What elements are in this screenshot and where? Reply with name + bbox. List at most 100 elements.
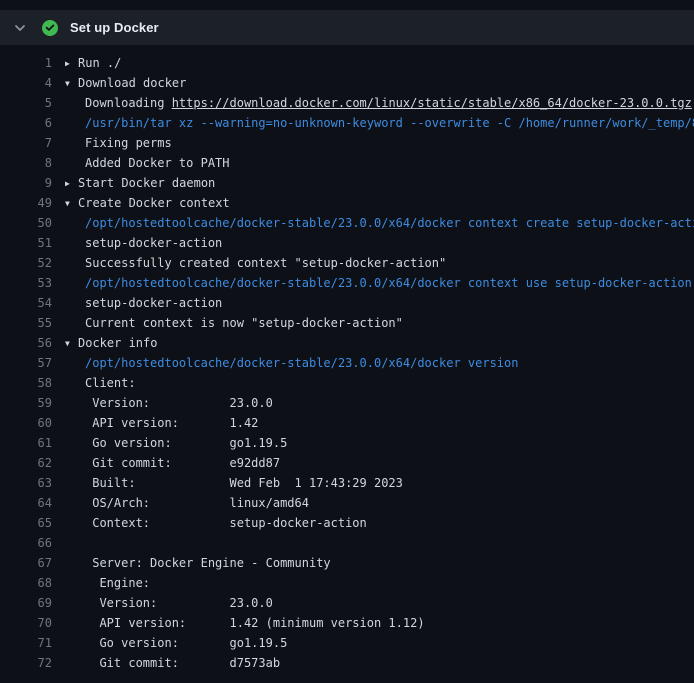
line-number[interactable]: 57	[0, 353, 52, 373]
log-line: 70 API version: 1.42 (minimum version 1.…	[0, 613, 694, 633]
line-content: Git commit: d7573ab	[65, 653, 280, 673]
line-content: Go version: go1.19.5	[65, 433, 287, 453]
log-line: 65 Context: setup-docker-action	[0, 513, 694, 533]
log-group-toggle[interactable]: ▼Docker info	[65, 333, 157, 353]
log-line: 9 ▶Start Docker daemon	[0, 173, 694, 193]
line-number[interactable]: 9	[0, 173, 52, 193]
line-number[interactable]: 54	[0, 293, 52, 313]
log-line: 55 Current context is now "setup-docker-…	[0, 313, 694, 333]
line-number[interactable]: 49	[0, 193, 52, 213]
line-number[interactable]: 4	[0, 73, 52, 93]
log-line: 51 setup-docker-action	[0, 233, 694, 253]
line-number[interactable]: 58	[0, 373, 52, 393]
log-line: 67 Server: Docker Engine - Community	[0, 553, 694, 573]
log-line: 63 Built: Wed Feb 1 17:43:29 2023	[0, 473, 694, 493]
log-line: 62 Git commit: e92dd87	[0, 453, 694, 473]
line-number[interactable]: 66	[0, 533, 52, 553]
log-line: 8 Added Docker to PATH	[0, 153, 694, 173]
chevron-down-icon[interactable]	[12, 20, 28, 36]
line-number[interactable]: 60	[0, 413, 52, 433]
line-number[interactable]: 56	[0, 333, 52, 353]
log-group-toggle[interactable]: ▶Start Docker daemon	[65, 173, 215, 193]
line-content: Client:	[65, 373, 136, 393]
line-number[interactable]: 8	[0, 153, 52, 173]
step-title: Set up Docker	[70, 20, 159, 35]
line-content	[65, 533, 85, 553]
log-line: 52 Successfully created context "setup-d…	[0, 253, 694, 273]
line-content: setup-docker-action	[65, 233, 222, 253]
log-line: 6 /usr/bin/tar xz --warning=no-unknown-k…	[0, 113, 694, 133]
line-number[interactable]: 71	[0, 633, 52, 653]
triangle-down-icon[interactable]: ▼	[65, 334, 78, 353]
log-line: 66	[0, 533, 694, 553]
line-content: Go version: go1.19.5	[65, 633, 287, 653]
triangle-right-icon[interactable]: ▶	[65, 54, 78, 73]
log-line: 1 ▶Run ./	[0, 53, 694, 73]
line-number[interactable]: 53	[0, 273, 52, 293]
log-line: 59 Version: 23.0.0	[0, 393, 694, 413]
step-header[interactable]: Set up Docker	[0, 10, 694, 45]
log-url-link[interactable]: https://download.docker.com/linux/static…	[172, 96, 692, 110]
log-line: 72 Git commit: d7573ab	[0, 653, 694, 673]
line-number[interactable]: 6	[0, 113, 52, 133]
line-number[interactable]: 1	[0, 53, 52, 73]
line-number[interactable]: 50	[0, 213, 52, 233]
line-content: Version: 23.0.0	[65, 593, 273, 613]
log-line: 50 /opt/hostedtoolcache/docker-stable/23…	[0, 213, 694, 233]
line-content: Downloading https://download.docker.com/…	[65, 93, 692, 113]
log-line: 54 setup-docker-action	[0, 293, 694, 313]
line-number[interactable]: 67	[0, 553, 52, 573]
log-line: 61 Go version: go1.19.5	[0, 433, 694, 453]
line-content: Current context is now "setup-docker-act…	[65, 313, 403, 333]
log-line: 4 ▼Download docker	[0, 73, 694, 93]
log-line: 57 /opt/hostedtoolcache/docker-stable/23…	[0, 353, 694, 373]
line-content: Successfully created context "setup-dock…	[65, 253, 446, 273]
line-content: Added Docker to PATH	[65, 153, 230, 173]
log-line: 69 Version: 23.0.0	[0, 593, 694, 613]
line-content: OS/Arch: linux/amd64	[65, 493, 309, 513]
log-group-toggle[interactable]: ▼Download docker	[65, 73, 186, 93]
log-line: 68 Engine:	[0, 573, 694, 593]
line-content: /usr/bin/tar xz --warning=no-unknown-key…	[65, 113, 694, 133]
line-number[interactable]: 64	[0, 493, 52, 513]
actions-log-page: Set up Docker 1 ▶Run ./ 4 ▼Download dock…	[0, 0, 694, 683]
line-content: Version: 23.0.0	[65, 393, 273, 413]
line-content: Built: Wed Feb 1 17:43:29 2023	[65, 473, 403, 493]
line-content: /opt/hostedtoolcache/docker-stable/23.0.…	[65, 213, 694, 233]
line-number[interactable]: 62	[0, 453, 52, 473]
log-line: 60 API version: 1.42	[0, 413, 694, 433]
line-number[interactable]: 59	[0, 393, 52, 413]
line-content: setup-docker-action	[65, 293, 222, 313]
log-line: 64 OS/Arch: linux/amd64	[0, 493, 694, 513]
log-line: 56 ▼Docker info	[0, 333, 694, 353]
log-line: 5 Downloading https://download.docker.co…	[0, 93, 694, 113]
log-line: 58 Client:	[0, 373, 694, 393]
log-line: 7 Fixing perms	[0, 133, 694, 153]
line-number[interactable]: 61	[0, 433, 52, 453]
line-number[interactable]: 72	[0, 653, 52, 673]
log-group-toggle[interactable]: ▶Run ./	[65, 53, 121, 73]
line-number[interactable]: 69	[0, 593, 52, 613]
line-number[interactable]: 70	[0, 613, 52, 633]
triangle-down-icon[interactable]: ▼	[65, 74, 78, 93]
line-content: Server: Docker Engine - Community	[65, 553, 331, 573]
line-content: /opt/hostedtoolcache/docker-stable/23.0.…	[65, 273, 692, 293]
log-group-toggle[interactable]: ▼Create Docker context	[65, 193, 230, 213]
check-circle-icon	[42, 20, 58, 36]
line-number[interactable]: 63	[0, 473, 52, 493]
log-container: 1 ▶Run ./ 4 ▼Download docker 5 Downloadi…	[0, 45, 694, 673]
line-number[interactable]: 65	[0, 513, 52, 533]
line-number[interactable]: 5	[0, 93, 52, 113]
line-number[interactable]: 52	[0, 253, 52, 273]
line-number[interactable]: 51	[0, 233, 52, 253]
line-number[interactable]: 7	[0, 133, 52, 153]
triangle-right-icon[interactable]: ▶	[65, 174, 78, 193]
line-number[interactable]: 68	[0, 573, 52, 593]
line-content: /opt/hostedtoolcache/docker-stable/23.0.…	[65, 353, 518, 373]
line-content: API version: 1.42	[65, 413, 258, 433]
line-content: Fixing perms	[65, 133, 172, 153]
line-content: API version: 1.42 (minimum version 1.12)	[65, 613, 425, 633]
line-number[interactable]: 55	[0, 313, 52, 333]
triangle-down-icon[interactable]: ▼	[65, 194, 78, 213]
line-content: Git commit: e92dd87	[65, 453, 280, 473]
